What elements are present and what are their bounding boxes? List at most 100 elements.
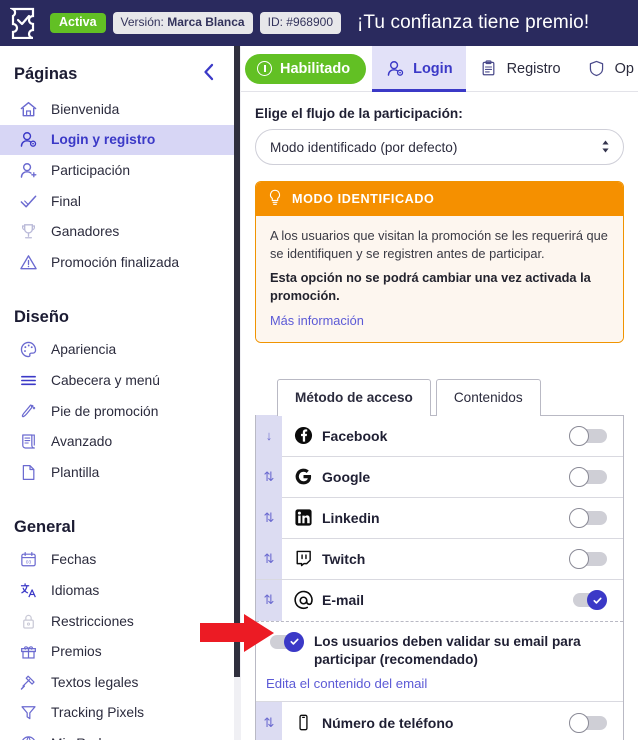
user-add-icon xyxy=(18,160,38,180)
sidebar-item-promocion-finalizada[interactable]: Promoción finalizada xyxy=(0,247,235,278)
sidebar-section-diseno: Diseño xyxy=(0,292,235,335)
callout-paragraph: A los usuarios que visitan la promoción … xyxy=(270,228,608,261)
sidebar-item-final[interactable]: Final xyxy=(0,186,235,217)
svg-text:03: 03 xyxy=(25,560,31,566)
provider-row-email[interactable]: ⇅ E-mail xyxy=(256,579,623,621)
sidebar-item-plantilla[interactable]: Plantilla xyxy=(0,457,235,488)
subtab-contenidos[interactable]: Contenidos xyxy=(435,378,541,416)
callout-body: A los usuarios que visitan la promoción … xyxy=(256,216,623,342)
sidebar-item-label: Final xyxy=(51,193,81,209)
flow-select[interactable]: Modo identificado (por defecto) xyxy=(255,129,624,165)
chevron-left-icon[interactable] xyxy=(202,62,215,86)
sidebar-item-mis-redes[interactable]: Mis Redes xyxy=(0,728,235,740)
panel-tabbar: Habilitado Login Registro Op xyxy=(241,46,638,92)
provider-name: Facebook xyxy=(322,427,388,444)
toggle-knob xyxy=(284,631,304,652)
tab-login[interactable]: Login xyxy=(372,46,466,92)
provider-toggle-phone[interactable] xyxy=(569,712,607,733)
at-email-icon xyxy=(292,590,314,611)
sidebar-item-ganadores[interactable]: Ganadores xyxy=(0,216,235,247)
sidebar-item-avanzado[interactable]: Avanzado xyxy=(0,426,235,457)
sidebar-item-bienvenida[interactable]: Bienvenida xyxy=(0,94,235,125)
page-icon xyxy=(18,462,38,482)
drag-handle-icon[interactable]: ⇅ xyxy=(256,538,282,580)
calendar-icon: 03 xyxy=(18,550,38,570)
provider-name: Número de teléfono xyxy=(322,714,454,731)
provider-toggle-twitch[interactable] xyxy=(569,548,607,569)
facebook-icon xyxy=(292,426,314,445)
sidebar-item-pie-de-promocion[interactable]: Pie de promoción xyxy=(0,396,235,427)
sidebar-item-label: Bienvenida xyxy=(51,101,120,117)
warning-triangle-icon xyxy=(18,252,38,272)
sidebar-item-apariencia[interactable]: Apariencia xyxy=(0,335,235,366)
sidebar-item-label: Avanzado xyxy=(51,434,113,450)
email-validation-row: Los usuarios deben validar su email para… xyxy=(266,631,609,670)
provider-row-twitch[interactable]: ⇅ Twitch xyxy=(256,538,623,580)
subtab-metodo-de-acceso[interactable]: Método de acceso xyxy=(277,378,431,416)
sidebar-item-textos-legales[interactable]: Textos legales xyxy=(0,667,235,698)
scroll-document-icon xyxy=(18,432,38,452)
tab-label: Op xyxy=(614,60,634,77)
enabled-label: Habilitado xyxy=(280,60,351,77)
provider-row-phone[interactable]: ⇅ Número de teléfono xyxy=(256,702,623,740)
toggle-knob xyxy=(569,466,589,487)
sidebar-item-fechas[interactable]: 03 Fechas xyxy=(0,545,235,576)
tab-label: Login xyxy=(413,60,453,77)
tab-opciones[interactable]: Op xyxy=(574,46,638,92)
sidebar-item-restricciones[interactable]: Restricciones xyxy=(0,606,235,637)
drag-handle-icon[interactable]: ↓ xyxy=(256,415,282,457)
provider-toggle-facebook[interactable] xyxy=(569,425,607,446)
gavel-icon xyxy=(18,672,38,692)
palette-icon xyxy=(18,340,38,360)
toggle-knob xyxy=(587,590,607,611)
sidebar-item-premios[interactable]: Premios xyxy=(0,636,235,667)
email-validation-toggle[interactable] xyxy=(266,631,304,652)
trophy-icon xyxy=(18,222,38,242)
drag-handle-icon[interactable]: ⇅ xyxy=(256,579,282,621)
callout-more-info-link[interactable]: Más información xyxy=(270,313,364,328)
version-label: Versión: xyxy=(120,14,168,29)
provider-name: E-mail xyxy=(322,592,365,609)
enabled-toggle-button[interactable]: Habilitado xyxy=(245,53,367,84)
mode-callout: MODO IDENTIFICADO A los usuarios que vis… xyxy=(255,181,624,343)
provider-toggle-email[interactable] xyxy=(569,590,607,611)
tab-registro[interactable]: Registro xyxy=(466,46,574,92)
main-panel: Habilitado Login Registro Op Elige el fl… xyxy=(241,46,638,740)
sidebar-item-participacion[interactable]: Participación xyxy=(0,155,235,186)
promotion-title: ¡Tu confianza tiene premio! xyxy=(357,12,590,33)
sidebar-scrollbar-thumb[interactable] xyxy=(234,46,240,677)
version-value: Marca Blanca xyxy=(167,14,245,29)
email-validation-block: Los usuarios deben validar su email para… xyxy=(256,620,623,703)
app-header: Activa Versión: Marca Blanca ID: #968900… xyxy=(0,0,638,46)
provider-toggle-linkedin[interactable] xyxy=(569,507,607,528)
sidebar-section-title: Diseño xyxy=(14,307,70,326)
edit-email-content-link[interactable]: Edita el contenido del email xyxy=(266,676,609,691)
drag-handle-icon[interactable]: ⇅ xyxy=(256,702,282,740)
callout-heading: MODO IDENTIFICADO xyxy=(292,192,435,206)
sidebar-item-cabecera-y-menu[interactable]: Cabecera y menú xyxy=(0,365,235,396)
shield-icon xyxy=(587,59,607,79)
funnel-icon xyxy=(18,703,38,723)
linkedin-icon xyxy=(292,508,314,527)
sidebar-item-label: Participación xyxy=(51,162,130,178)
sidebar-section-general: General xyxy=(0,502,235,545)
home-icon xyxy=(18,99,38,119)
sidebar-item-label: Tracking Pixels xyxy=(51,705,145,721)
sidebar[interactable]: Páginas Bienvenida Login y registro Part… xyxy=(0,46,235,740)
user-login-icon xyxy=(18,130,38,150)
provider-row-facebook[interactable]: ↓ Facebook xyxy=(256,415,623,457)
sidebar-item-label: Fechas xyxy=(51,552,97,568)
provider-row-linkedin[interactable]: ⇅ Linkedin xyxy=(256,497,623,539)
provider-row-google[interactable]: ⇅ Google xyxy=(256,456,623,498)
drag-handle-icon[interactable]: ⇅ xyxy=(256,497,282,539)
footer-icon xyxy=(18,401,38,421)
sidebar-item-idiomas[interactable]: Idiomas xyxy=(0,575,235,606)
lightbulb-icon xyxy=(268,189,282,209)
sidebar-item-tracking-pixels[interactable]: Tracking Pixels xyxy=(0,698,235,729)
sidebar-item-login-y-registro[interactable]: Login y registro xyxy=(0,124,235,156)
provider-name: Twitch xyxy=(322,550,366,567)
translate-icon xyxy=(18,580,38,600)
email-validation-label: Los usuarios deben validar su email para… xyxy=(314,633,581,667)
drag-handle-icon[interactable]: ⇅ xyxy=(256,456,282,498)
provider-toggle-google[interactable] xyxy=(569,466,607,487)
